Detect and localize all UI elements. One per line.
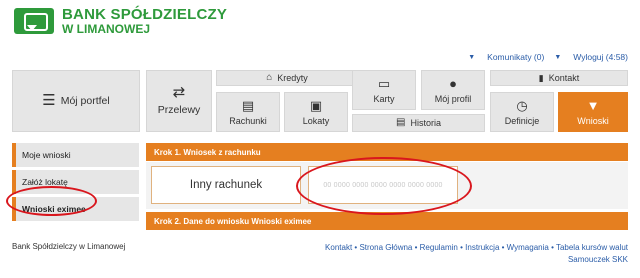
top-links: ▼ Komunikaty (0) ▼ Wyloguj (4:58) [468, 52, 628, 62]
briefcase-icon: ▣ [309, 97, 323, 113]
home-icon: ⌂ [266, 72, 273, 83]
footer-link-requirements[interactable]: Wymagania [507, 243, 549, 252]
menu-deposits[interactable]: ▣ Lokaty [284, 92, 348, 132]
footer-bank-name: Bank Spółdzielczy w Limanowej [12, 242, 126, 251]
footer-link-manual[interactable]: Instrukcja [465, 243, 499, 252]
footer-link-home[interactable]: Strona Główna [359, 243, 412, 252]
step1-title: Krok 1. Wniosek z rachunku [154, 147, 261, 157]
messages-link[interactable]: Komunikaty (0) [487, 52, 544, 62]
bank-logo[interactable]: BANK SPÓŁDZIELCZY W LIMANOWEJ [14, 6, 228, 36]
chevron-down-icon[interactable]: ▼ [468, 54, 475, 61]
history-list-icon: ▤ [396, 117, 406, 128]
menu-credits[interactable]: ⌂ Kredyty [216, 70, 358, 86]
footer-link-terms[interactable]: Regulamin [420, 243, 458, 252]
account-select-button[interactable]: 00 0000 0000 0000 0000 0000 0000 [308, 166, 458, 204]
bank-name: BANK SPÓŁDZIELCZY W LIMANOWEJ [62, 6, 228, 36]
step1-body: Inny rachunek 00 0000 0000 0000 0000 000… [146, 162, 628, 209]
menu-profile[interactable]: ● Mój profil [421, 70, 485, 110]
user-icon: ● [449, 75, 457, 91]
bank-name-line1: BANK SPÓŁDZIELCZY [62, 6, 228, 23]
sidebar: Moje wnioski Załóż lokatę Wnioski eximee [12, 143, 139, 224]
document-icon: ▤ [241, 97, 255, 113]
sidebar-item-label: Moje wnioski [22, 150, 71, 160]
sidebar-item-my-applications[interactable]: Moje wnioski [12, 143, 139, 167]
bank-name-line2: W LIMANOWEJ [62, 22, 150, 36]
menu-accounts[interactable]: ▤ Rachunki [216, 92, 280, 132]
footer-link-contact[interactable]: Kontakt [325, 243, 352, 252]
menu-contact-label: Kontakt [548, 73, 580, 83]
menu-applications[interactable]: ▼ Wnioski [558, 92, 628, 132]
sidebar-item-open-deposit[interactable]: Załóż lokatę [12, 170, 139, 194]
menu-credits-label: Kredyty [277, 73, 308, 83]
step1-header: Krok 1. Wniosek z rachunku [146, 143, 628, 161]
menu-transfers-label: Przelewy [157, 104, 201, 116]
menu-history-label: Historia [410, 118, 441, 128]
menu-transfers[interactable]: ⇄ Przelewy [146, 70, 212, 132]
logout-link[interactable]: Wyloguj (4:58) [573, 52, 628, 62]
chat-icon: ▮ [538, 73, 544, 83]
account-number: 00 0000 0000 0000 0000 0000 0000 [323, 181, 443, 189]
bank-logo-icon [14, 8, 54, 34]
list-icon: ☰ [42, 92, 56, 109]
menu-deposits-label: Lokaty [302, 115, 330, 126]
menu-history[interactable]: ▤ Historia [352, 114, 485, 132]
menu-portfolio-label: Mój portfel [60, 95, 110, 107]
step2-title: Krok 2. Dane do wniosku Wnioski eximee [154, 216, 312, 226]
menu-applications-label: Wnioski [577, 115, 609, 126]
chevron-down-icon[interactable]: ▼ [554, 54, 561, 61]
transfer-arrows-icon: ⇄ [172, 84, 186, 101]
menu-cards[interactable]: ▭ Karty [352, 70, 416, 110]
sidebar-item-label: Wnioski eximee [22, 204, 86, 214]
menu-definitions-label: Definicje [504, 115, 540, 126]
menu-profile-label: Mój profil [434, 93, 472, 104]
card-icon: ▭ [377, 75, 391, 91]
other-account-label: Inny rachunek [189, 179, 263, 191]
step2-header: Krok 2. Dane do wniosku Wnioski eximee [146, 212, 628, 230]
menu-cards-label: Karty [373, 93, 395, 104]
footer-link-tutorial[interactable]: Samouczek SKK [568, 255, 628, 264]
inbox-icon: ▼ [586, 97, 600, 113]
menu-definitions[interactable]: ◷ Definicje [490, 92, 554, 132]
menu-contact[interactable]: ▮ Kontakt [490, 70, 628, 86]
footer-links: Kontakt • Strona Główna • Regulamin • In… [325, 243, 628, 264]
sidebar-item-eximee[interactable]: Wnioski eximee [12, 197, 139, 221]
clock-icon: ◷ [516, 97, 528, 113]
menu-accounts-label: Rachunki [229, 115, 267, 126]
footer-link-exchange-rates[interactable]: Tabela kursów walut [556, 243, 628, 252]
menu-portfolio[interactable]: ☰ Mój portfel [12, 70, 140, 132]
sidebar-item-label: Załóż lokatę [22, 177, 68, 187]
other-account-button[interactable]: Inny rachunek [151, 166, 301, 204]
